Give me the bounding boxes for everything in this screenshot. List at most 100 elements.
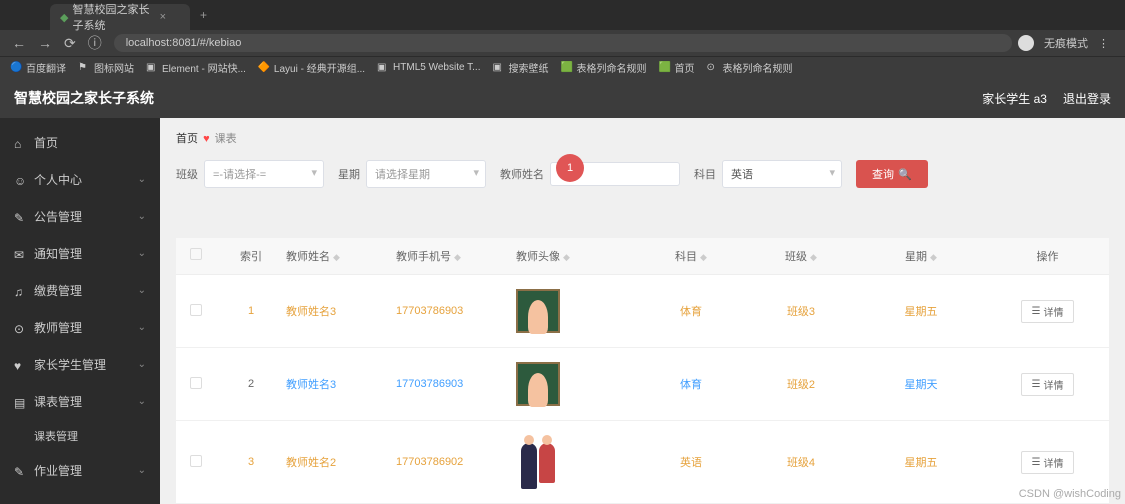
cell-teacher-name: 教师姓名2: [286, 454, 396, 470]
detail-button[interactable]: ☰ 详情: [1021, 451, 1075, 474]
bookmark-icon: 🟩: [658, 62, 670, 74]
new-tab-button[interactable]: +: [192, 4, 215, 30]
filter-teacher-label: 教师姓名: [500, 166, 544, 182]
select-all-checkbox[interactable]: [190, 248, 202, 260]
bookmark-icon: ▣: [492, 62, 504, 74]
bookmark-icon: 🔶: [258, 62, 270, 74]
chevron-down-icon: ⌄: [138, 174, 146, 185]
sidebar-item[interactable]: ▤课表管理⌄: [0, 383, 160, 420]
chevron-down-icon: ⌄: [138, 465, 146, 476]
filter-class-label: 班级: [176, 166, 198, 182]
sidebar-item[interactable]: ✎作业管理⌄: [0, 452, 160, 489]
chevron-down-icon: ⌄: [138, 322, 146, 333]
app-title: 智慧校园之家长子系统: [14, 88, 154, 108]
sidebar-item[interactable]: ♫缴费管理⌄: [0, 272, 160, 309]
bookmark-icon: 🟩: [560, 62, 572, 74]
table-body: 1 教师姓名3 17703786903 体育 班级3 星期五 ☰ 详情 2 教师…: [176, 275, 1109, 504]
breadcrumb: 首页 ♥ 课表: [176, 130, 1109, 146]
cell-phone: 17703786903: [396, 378, 516, 390]
breadcrumb-home[interactable]: 首页: [176, 133, 198, 145]
bookmark-item[interactable]: ⊙表格列命名规则: [706, 60, 792, 75]
cell-phone: 17703786902: [396, 456, 516, 468]
filter-class-select[interactable]: =-请选择-=: [204, 160, 324, 188]
bookmark-item[interactable]: ▣Element - 网站快...: [146, 60, 246, 75]
breadcrumb-current: 课表: [215, 133, 237, 145]
cell-avatar: [516, 362, 636, 406]
search-icon: 🔍: [898, 168, 912, 181]
teacher-avatar: [516, 289, 560, 333]
tab-close-icon[interactable]: ×: [160, 11, 166, 23]
address-bar-row: ← → ⟳ ⓘ localhost:8081/#/kebiao 无痕模式 ⋮: [0, 30, 1125, 56]
sidebar-item[interactable]: ⌂首页: [0, 124, 160, 161]
browser-menu-icon[interactable]: ⋮: [1098, 37, 1109, 50]
list-icon: ☰: [1032, 306, 1041, 317]
table-row: 3 教师姓名2 17703786902 英语 班级4 星期五 ☰ 详情: [176, 421, 1109, 504]
sidebar-item[interactable]: ♥家长学生管理⌄: [0, 346, 160, 383]
back-icon[interactable]: ←: [6, 35, 32, 51]
chevron-down-icon: ⌄: [138, 359, 146, 370]
profile-avatar[interactable]: [1018, 35, 1034, 51]
th-class: 班级◆: [746, 248, 856, 264]
list-icon: ☰: [1032, 457, 1041, 468]
sidebar-subitem[interactable]: 课表管理: [0, 420, 160, 452]
teacher-avatar: [516, 362, 560, 406]
cell-class: 班级3: [746, 303, 856, 319]
bookmark-item[interactable]: 🟩表格列命名规则: [560, 60, 646, 75]
cell-avatar: [516, 289, 636, 333]
cell-class: 班级2: [746, 376, 856, 392]
filter-subject-label: 科目: [694, 166, 716, 182]
bookmark-icon: ⊙: [706, 62, 718, 74]
sidebar-item[interactable]: ✉通知管理⌄: [0, 235, 160, 272]
reload-icon[interactable]: ⟳: [58, 35, 82, 52]
bookmarks-bar: 🔵百度翻译 ⚑图标网站 ▣Element - 网站快... 🔶Layui - 经典开源…: [0, 56, 1125, 78]
cell-subject: 体育: [636, 303, 746, 319]
cell-index: 3: [216, 456, 286, 468]
heart-icon: ♥: [203, 133, 210, 145]
row-checkbox[interactable]: [190, 304, 202, 316]
tab-favicon: ◆: [60, 11, 68, 24]
logout-link[interactable]: 退出登录: [1063, 90, 1111, 107]
search-button-label: 查询: [872, 166, 894, 182]
sidebar-item[interactable]: ☺个人中心⌄: [0, 161, 160, 198]
menu-icon: ✎: [14, 211, 26, 223]
search-button[interactable]: 查询 🔍: [856, 160, 928, 188]
chevron-down-icon: ⌄: [138, 248, 146, 259]
row-checkbox[interactable]: [190, 377, 202, 389]
row-checkbox[interactable]: [190, 455, 202, 467]
th-operation: 操作: [986, 248, 1109, 264]
bookmark-item[interactable]: 🔶Layui - 经典开源组...: [258, 60, 365, 75]
cell-teacher-name: 教师姓名3: [286, 303, 396, 319]
th-phone: 教师手机号◆: [396, 248, 516, 264]
info-icon[interactable]: ⓘ: [82, 33, 108, 53]
cell-class: 班级4: [746, 454, 856, 470]
app-header: 智慧校园之家长子系统 家长学生 a3 退出登录: [0, 78, 1125, 118]
cell-week: 星期五: [856, 303, 986, 319]
bookmark-item[interactable]: ⚑图标网站: [78, 60, 134, 75]
cell-subject: 体育: [636, 376, 746, 392]
url-input[interactable]: localhost:8081/#/kebiao: [114, 34, 1012, 52]
filter-week-select[interactable]: 请选择星期: [366, 160, 486, 188]
cell-avatar: [516, 435, 636, 489]
menu-icon: ⌂: [14, 137, 26, 149]
bookmark-icon: ▣: [146, 62, 158, 74]
chevron-down-icon: ⌄: [138, 211, 146, 222]
menu-icon: ✎: [14, 465, 26, 477]
sidebar-item[interactable]: ⊙教师管理⌄: [0, 309, 160, 346]
detail-button[interactable]: ☰ 详情: [1021, 373, 1075, 396]
cell-index: 1: [216, 305, 286, 317]
bookmark-item[interactable]: 🟩首页: [658, 60, 694, 75]
th-avatar: 教师头像◆: [516, 248, 636, 264]
detail-button[interactable]: ☰ 详情: [1021, 300, 1075, 323]
bookmark-item[interactable]: ▣搜索壁纸: [492, 60, 548, 75]
menu-icon: ♫: [14, 285, 26, 297]
bookmark-item[interactable]: ▣HTML5 Website T...: [377, 62, 480, 74]
watermark: CSDN @wishCoding: [1019, 488, 1121, 500]
browser-tab-active[interactable]: ◆ 智慧校园之家长子系统 ×: [50, 4, 190, 30]
click-marker: 1: [556, 154, 584, 182]
th-subject: 科目◆: [636, 248, 746, 264]
sidebar-item[interactable]: ✎公告管理⌄: [0, 198, 160, 235]
bookmark-item[interactable]: 🔵百度翻译: [10, 60, 66, 75]
filter-subject-select[interactable]: 英语: [722, 160, 842, 188]
header-user[interactable]: 家长学生 a3: [982, 90, 1047, 107]
forward-icon[interactable]: →: [32, 35, 58, 51]
